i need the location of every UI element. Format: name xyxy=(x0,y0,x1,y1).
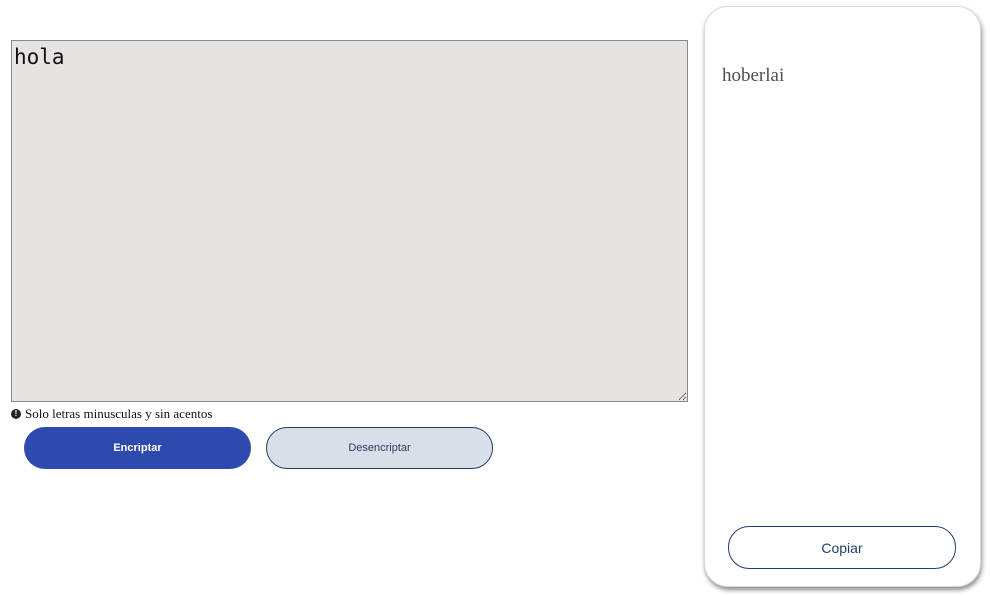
encrypt-button[interactable]: Encriptar xyxy=(24,427,251,469)
output-text: hoberlai xyxy=(722,65,785,86)
message-input[interactable] xyxy=(11,40,688,402)
copy-button[interactable]: Copiar xyxy=(728,526,956,569)
hint-text: Solo letras minusculas y sin acentos xyxy=(25,406,213,421)
decrypt-button[interactable]: Desencriptar xyxy=(266,427,493,469)
exclamation-circle-icon: ! xyxy=(11,409,21,419)
input-hint: ! Solo letras minusculas y sin acentos xyxy=(11,406,212,422)
output-panel: hoberlai Copiar xyxy=(704,6,981,587)
